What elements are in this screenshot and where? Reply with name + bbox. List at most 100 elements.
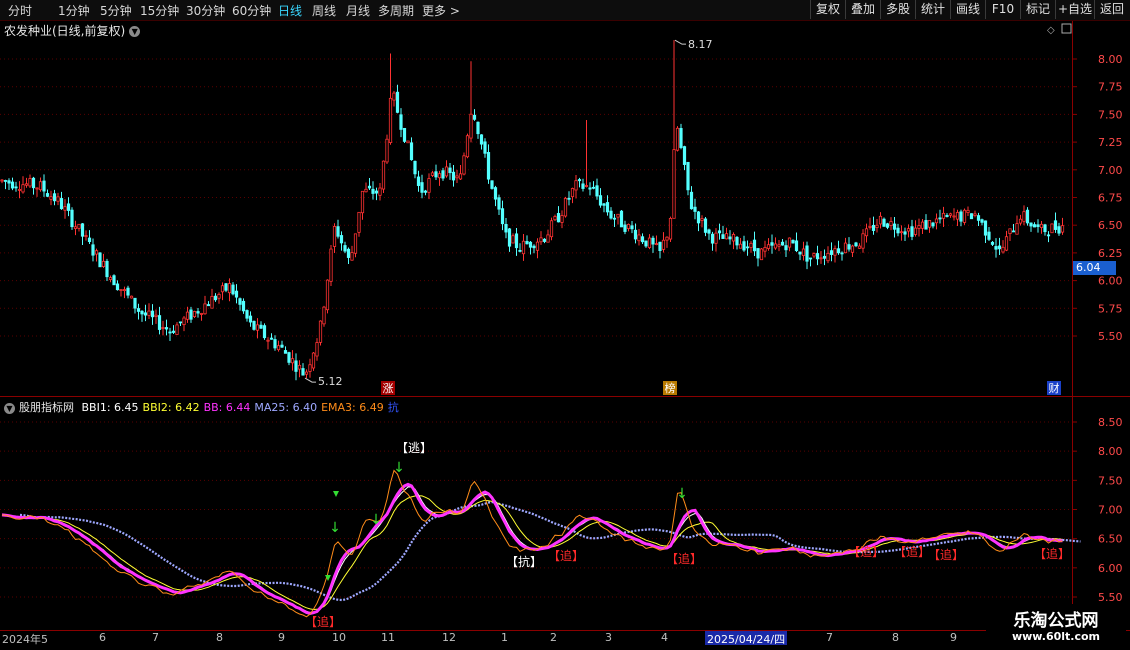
candle-body [668, 218, 673, 240]
candle-body [791, 239, 795, 244]
candle-body [714, 232, 718, 244]
chevron-down-icon[interactable]: ▼ [4, 402, 15, 414]
candle-body [945, 215, 949, 217]
candle-body [63, 206, 67, 211]
candle-body [24, 183, 29, 186]
candle-body [535, 241, 540, 251]
indicator-value: MA25: 6.40 [254, 401, 318, 414]
candle-body [101, 260, 106, 267]
price-axis-label: 6.75 [1098, 192, 1123, 205]
candle-body [434, 171, 438, 178]
candle-body [913, 227, 918, 235]
signal-chase: 【追】 [305, 614, 341, 629]
candle-body [325, 279, 330, 311]
candle-body [794, 240, 799, 252]
candle-body [73, 226, 78, 229]
candle-body [749, 242, 753, 248]
candle-body [290, 358, 295, 364]
candle-body [1046, 234, 1051, 237]
watermark-url: www.60lt.com [1011, 630, 1101, 643]
stock-title[interactable]: 农发种业(日线,前复权) ▼ [4, 22, 141, 39]
candle-body [721, 234, 725, 239]
candle-body [1018, 218, 1023, 224]
candle-body [1029, 222, 1033, 227]
candle-body [801, 248, 806, 256]
candle-body [343, 245, 347, 252]
candle-body [700, 218, 704, 221]
candle-body [413, 160, 417, 175]
candle-body [17, 189, 22, 191]
candle-body [469, 113, 473, 139]
indicator-value: BBI1: 6.45 [81, 401, 139, 414]
candle-body [966, 209, 970, 213]
candle-body [577, 179, 582, 182]
candle-body [850, 245, 855, 253]
arrow-down-icon: ↓ [393, 460, 405, 476]
candle-body [234, 290, 239, 298]
candle-body [430, 172, 435, 176]
candle-body [987, 231, 991, 240]
candle-body [609, 210, 613, 219]
candle-body [532, 245, 536, 249]
candle-body [654, 243, 659, 246]
triangle-down-icon [333, 491, 339, 497]
candle-body [241, 300, 246, 312]
candle-body [483, 141, 487, 154]
candle-body [910, 226, 914, 237]
candle-body [311, 352, 316, 369]
candle-body [857, 245, 862, 249]
candle-body [511, 235, 515, 244]
candle-body [598, 195, 603, 206]
candle-body [518, 249, 522, 252]
indicator-axis-label: 5.50 [1098, 591, 1123, 604]
chevron-down-icon[interactable]: ▼ [129, 26, 141, 37]
candle-body [28, 178, 32, 187]
candle-body [14, 186, 18, 189]
candle-body [840, 252, 844, 255]
candle-body [521, 240, 526, 255]
candle-body [693, 206, 697, 212]
candle-body [759, 248, 764, 261]
candle-body [976, 215, 981, 221]
candle-body [262, 325, 267, 339]
candle-body [35, 187, 39, 190]
price-axis-label: 5.75 [1098, 302, 1123, 315]
candle-body [770, 242, 774, 246]
candle-body [420, 182, 424, 193]
candle-body [455, 175, 459, 179]
indicator-name[interactable]: 股朋指标网 [19, 401, 74, 414]
candle-body [143, 312, 148, 316]
price-axis-label: 7.75 [1098, 81, 1123, 94]
candle-body [280, 344, 284, 348]
candle-body [672, 149, 676, 219]
date-label: 9 [278, 631, 285, 644]
candle-body [171, 330, 176, 333]
candle-body [871, 224, 876, 231]
indicator-axis-label: 7.50 [1098, 474, 1123, 487]
candle-body [385, 138, 389, 163]
candle-body [210, 295, 214, 309]
signal-resist: 【抗】 [506, 554, 542, 569]
candle-body [227, 283, 232, 294]
price-axis-label: 8.00 [1098, 53, 1123, 66]
candle-body [798, 251, 802, 255]
candle-body [560, 215, 564, 223]
candle-body [584, 185, 589, 187]
signal-escape: 【逃】 [396, 441, 432, 455]
candle-body [812, 253, 816, 257]
candle-body [38, 181, 43, 191]
candle-body [602, 203, 606, 206]
low-price-label: 5.12 [318, 375, 343, 388]
candle-body [938, 217, 942, 220]
kline-chart[interactable]: 8.00 7.75 7.50 7.25 7.00 6.75 6.50 6.25 6.00 5.75… [0, 0, 1130, 650]
indicator-value: EMA3: 6.49 [321, 401, 384, 414]
candle-body [626, 223, 631, 229]
candle-body [0, 179, 4, 182]
candle-body [308, 364, 312, 372]
candle-body [136, 308, 141, 312]
candle-body [948, 213, 953, 216]
candle-body [206, 304, 211, 307]
current-price-label: 6.04 [1073, 261, 1116, 275]
candle-body [497, 197, 501, 210]
candle-body [525, 241, 529, 245]
